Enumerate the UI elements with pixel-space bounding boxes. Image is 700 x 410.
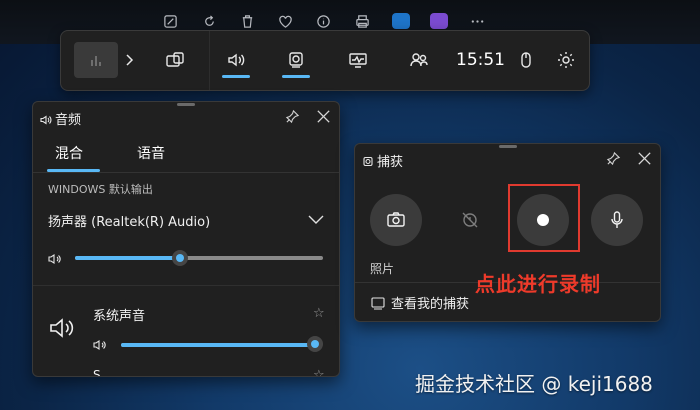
divider [33,285,339,286]
pin-icon[interactable] [285,109,301,125]
speaker-icon [40,111,52,125]
chevron-down-icon[interactable] [307,211,325,225]
arrow-right-icon[interactable] [121,41,137,79]
close-icon[interactable] [315,108,333,126]
panel-title: 音频 [55,113,82,128]
app-blue-icon[interactable] [392,13,410,29]
active-indicator [222,75,250,78]
annotation-text: 点此进行录制 [475,272,601,296]
system-volume-thumb[interactable] [307,336,323,352]
heart-icon[interactable] [276,12,294,30]
audio-panel: 音频 混合 语音 WINDOWS 默认输出 扬声器 (Realtek(R) Au… [32,101,340,377]
app-purple-icon[interactable] [430,13,448,29]
record-last-icon [462,212,478,228]
game-bar: 15:51 [60,30,590,91]
output-device-select[interactable]: 扬声器 (Realtek(R) Audio) [48,211,210,230]
record-last-button[interactable] [444,194,496,246]
system-volume-fill [121,343,315,347]
screenshot-button[interactable] [370,194,422,246]
star-icon[interactable]: ☆ [313,306,325,321]
volume-icon[interactable] [48,251,62,265]
info-icon[interactable] [314,12,332,30]
system-sounds-icon [49,315,77,341]
capture-label: 照片 [370,262,395,276]
audio-icon[interactable] [221,41,251,79]
next-app-name: S... [93,368,113,377]
performance-icon[interactable] [343,41,373,79]
view-captures-link[interactable]: 查看我的捕获 [391,293,469,312]
section-label: WINDOWS 默认输出 [48,183,153,196]
capture-titlebar: 捕获 [355,144,660,174]
clock: 15:51 [456,50,505,70]
microphone-icon [611,211,623,228]
divider [209,31,210,90]
master-volume-fill [75,256,180,260]
close-icon[interactable] [636,150,654,168]
star-icon[interactable]: ☆ [313,368,325,376]
widget-store-icon[interactable] [160,41,190,79]
master-volume-thumb[interactable] [172,250,188,266]
delete-icon[interactable] [238,12,256,30]
capture-icon [362,153,374,167]
watermark: 掘金技术社区 @ keji1688 [415,372,653,396]
game-thumbnail[interactable] [74,42,118,78]
capture-icon[interactable] [281,41,311,79]
pin-icon[interactable] [606,151,622,167]
print-icon[interactable] [353,12,371,30]
tab-mix[interactable]: 混合 [55,143,83,163]
camera-icon [387,212,405,227]
settings-icon[interactable] [551,41,581,79]
gallery-icon[interactable] [371,295,385,310]
audio-titlebar: 音频 [33,102,339,132]
divider [33,172,339,173]
highlight-box [508,184,580,252]
panel-title: 捕获 [377,155,404,170]
app-name: 系统声音 [93,309,146,324]
edit-image-icon[interactable] [161,12,179,30]
active-indicator [282,75,310,78]
mic-button[interactable] [591,194,643,246]
rotate-icon[interactable] [200,12,218,30]
volume-icon[interactable] [93,337,107,351]
more-icon[interactable] [468,12,486,30]
xbox-social-icon[interactable] [404,41,434,79]
tab-voice[interactable]: 语音 [137,143,165,163]
mouse-icon[interactable] [511,41,541,79]
